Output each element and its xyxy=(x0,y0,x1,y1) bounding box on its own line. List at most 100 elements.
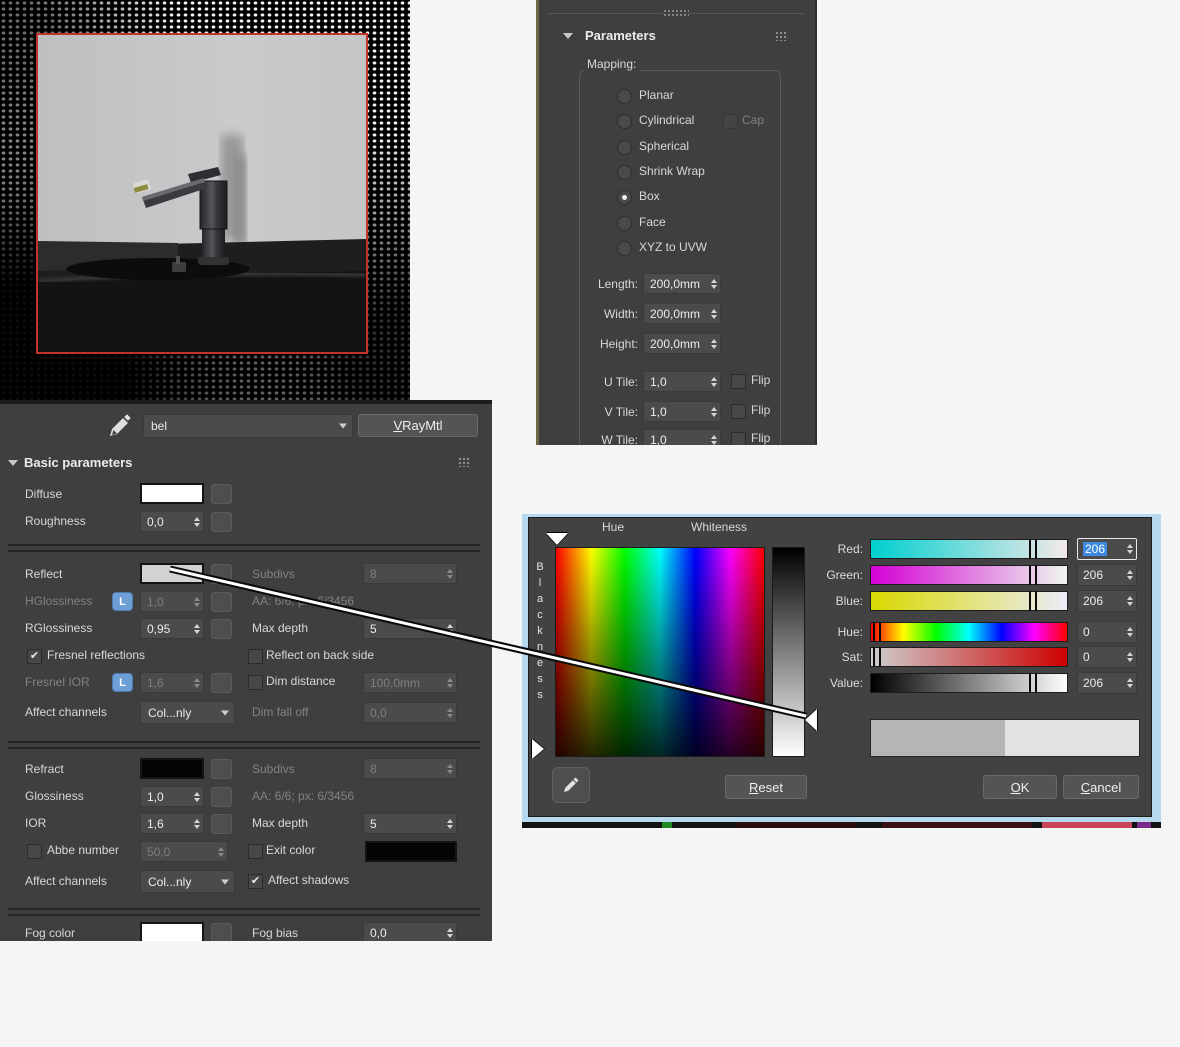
hue-blackness-gradient[interactable] xyxy=(555,547,765,757)
hglossiness-map-button[interactable] xyxy=(211,592,232,612)
sat-slider[interactable] xyxy=(870,647,1068,667)
refract-map-button[interactable] xyxy=(211,759,232,779)
diffuse-map-button[interactable] xyxy=(211,484,232,504)
fog-color-swatch[interactable] xyxy=(140,922,204,941)
diffuse-color-swatch[interactable] xyxy=(140,483,204,504)
red-spinbox[interactable]: 206 xyxy=(1077,538,1137,560)
refract-subdivs-field[interactable]: 8 xyxy=(363,758,457,779)
fog-bias-field[interactable]: 0,0 xyxy=(363,922,457,941)
rglossiness-map-button[interactable] xyxy=(211,619,232,639)
reflect-subdivs-field[interactable]: 8 xyxy=(363,563,457,584)
radio-shrink-wrap-label[interactable]: Shrink Wrap xyxy=(639,164,705,178)
reflect-back-side-checkbox[interactable] xyxy=(248,649,263,664)
fresnel-ior-map-button[interactable] xyxy=(211,673,232,693)
pick-material-eyedropper-icon[interactable] xyxy=(106,410,134,440)
blackness-marker-icon[interactable] xyxy=(532,739,544,759)
radio-face-label[interactable]: Face xyxy=(639,215,666,229)
fresnel-reflections-checkbox[interactable] xyxy=(27,649,42,664)
affect-shadows-checkbox[interactable] xyxy=(248,874,263,889)
hue-marker-icon[interactable] xyxy=(546,533,568,545)
reflect-max-depth-field[interactable]: 5 xyxy=(363,618,457,639)
glossiness-field[interactable]: 1,0 xyxy=(140,786,204,807)
radio-box-label[interactable]: Box xyxy=(639,189,660,203)
exit-color-checkbox[interactable] xyxy=(248,844,263,859)
u-flip-checkbox[interactable] xyxy=(731,374,746,389)
material-type-button[interactable]: VRayMtl xyxy=(358,414,478,437)
cancel-button[interactable]: Cancel xyxy=(1063,775,1139,799)
refract-affect-channels-dropdown[interactable]: Col...nly xyxy=(140,870,235,893)
height-field[interactable]: 200,0mm xyxy=(643,333,721,354)
hglossiness-field[interactable]: 1,0 xyxy=(140,591,204,612)
green-spinner[interactable] xyxy=(1127,570,1133,580)
roughness-field[interactable]: 0,0 xyxy=(140,511,204,532)
radio-planar-label[interactable]: Planar xyxy=(639,88,674,102)
whiteness-marker-icon[interactable] xyxy=(805,709,817,731)
u-tile-field[interactable]: 1,0 xyxy=(643,371,721,392)
panel-drag-handle[interactable] xyxy=(663,9,689,17)
ior-map-button[interactable] xyxy=(211,814,232,834)
green-spinbox[interactable]: 206 xyxy=(1077,564,1137,586)
material-name-dropdown[interactable]: bel xyxy=(143,414,353,438)
width-spinner[interactable] xyxy=(711,309,717,319)
hglossiness-lock-button[interactable]: L xyxy=(112,592,133,611)
reset-button[interactable]: Reset xyxy=(725,775,807,799)
radio-xyz-to-uvw[interactable] xyxy=(617,241,632,256)
w-flip-checkbox[interactable] xyxy=(731,432,746,445)
value-slider[interactable] xyxy=(870,673,1068,693)
red-slider[interactable] xyxy=(870,539,1068,559)
fresnel-ior-field[interactable]: 1,6 xyxy=(140,672,204,693)
fog-color-map-button[interactable] xyxy=(211,923,232,941)
v-tile-spinner[interactable] xyxy=(711,407,717,417)
reflect-affect-channels-dropdown[interactable]: Col...nly xyxy=(140,701,235,724)
glossiness-map-button[interactable] xyxy=(211,787,232,807)
sat-spinbox[interactable]: 0 xyxy=(1077,646,1137,668)
reflect-color-swatch[interactable] xyxy=(140,563,204,584)
v-tile-field[interactable]: 1,0 xyxy=(643,401,721,422)
roughness-spinner[interactable] xyxy=(194,517,200,527)
cap-checkbox[interactable] xyxy=(723,114,738,129)
abbe-number-field[interactable]: 50,0 xyxy=(140,841,228,862)
fresnel-ior-lock-button[interactable]: L xyxy=(112,673,133,692)
radio-cylindrical-label[interactable]: Cylindrical xyxy=(639,113,694,127)
glossiness-spinner[interactable] xyxy=(194,792,200,802)
hue-spinbox[interactable]: 0 xyxy=(1077,621,1137,643)
fog-bias-spinner[interactable] xyxy=(447,928,453,938)
red-slider-marker[interactable] xyxy=(1029,539,1037,559)
basic-params-title[interactable]: Basic parameters xyxy=(24,455,132,470)
basic-params-collapse-icon[interactable] xyxy=(8,460,18,466)
refract-max-depth-spinner[interactable] xyxy=(447,819,453,829)
radio-cylindrical[interactable] xyxy=(617,114,632,129)
dim-distance-checkbox[interactable] xyxy=(248,675,263,690)
height-spinner[interactable] xyxy=(711,339,717,349)
radio-box[interactable] xyxy=(617,190,632,205)
reflect-max-depth-spinner[interactable] xyxy=(447,624,453,634)
abbe-number-checkbox[interactable] xyxy=(27,844,42,859)
hue-slider-marker[interactable] xyxy=(873,622,881,642)
u-tile-spinner[interactable] xyxy=(711,377,717,387)
w-tile-spinner[interactable] xyxy=(711,435,717,445)
rglossiness-field[interactable]: 0,95 xyxy=(140,618,204,639)
length-field[interactable]: 200,0mm xyxy=(643,273,721,294)
w-tile-field[interactable]: 1,0 xyxy=(643,429,721,445)
ior-spinner[interactable] xyxy=(194,819,200,829)
exit-color-swatch[interactable] xyxy=(365,841,457,862)
sample-screen-color-button[interactable] xyxy=(552,767,590,803)
dim-distance-field[interactable]: 100,0mm xyxy=(363,672,457,693)
blue-spinbox[interactable]: 206 xyxy=(1077,590,1137,612)
refract-color-swatch[interactable] xyxy=(140,758,204,779)
hue-slider[interactable] xyxy=(870,622,1068,642)
refract-max-depth-field[interactable]: 5 xyxy=(363,813,457,834)
v-flip-checkbox[interactable] xyxy=(731,404,746,419)
width-field[interactable]: 200,0mm xyxy=(643,303,721,324)
blue-spinner[interactable] xyxy=(1127,596,1133,606)
radio-xyz-to-uvw-label[interactable]: XYZ to UVW xyxy=(639,240,707,254)
value-spinbox[interactable]: 206 xyxy=(1077,672,1137,694)
sat-spinner[interactable] xyxy=(1127,652,1133,662)
ok-button[interactable]: OK xyxy=(983,775,1057,799)
green-slider[interactable] xyxy=(870,565,1068,585)
rollout-collapse-icon[interactable] xyxy=(563,33,573,39)
rollout-title[interactable]: Parameters xyxy=(585,28,656,43)
radio-spherical[interactable] xyxy=(617,140,632,155)
radio-face[interactable] xyxy=(617,216,632,231)
rglossiness-spinner[interactable] xyxy=(194,624,200,634)
